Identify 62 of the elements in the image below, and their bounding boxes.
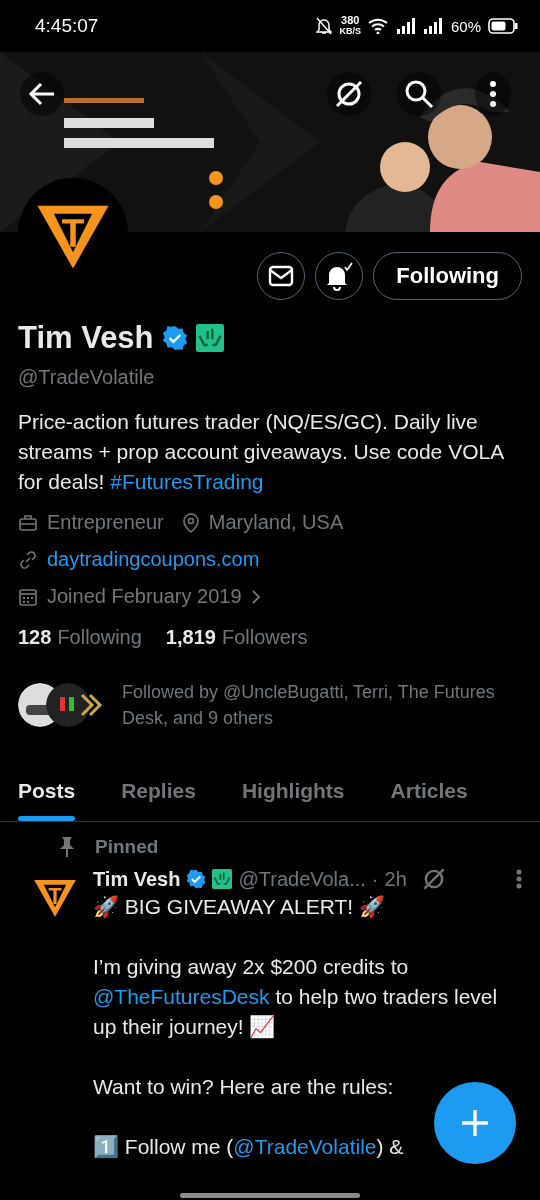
stat-count[interactable]: 1,819 — [165, 626, 216, 649]
followed-by-text[interactable]: Followed by @UncleBugatti, Terri, The Futures Desk, and 9 others — [122, 679, 522, 731]
profile-tab[interactable]: Articles — [390, 769, 468, 821]
link[interactable]: @TradeVolatile — [233, 1135, 377, 1158]
wifi-icon — [367, 18, 390, 34]
briefcase-icon — [18, 512, 38, 533]
pin-icon — [59, 836, 75, 858]
post-text: 🚀 BIG GIVEAWAY ALERT! 🚀 — [93, 894, 387, 921]
profile-tab[interactable]: Posts — [18, 769, 76, 821]
profile-handle: @TradeVolatile — [18, 366, 156, 389]
signal-icon — [423, 18, 444, 34]
signal-icon — [396, 18, 417, 34]
status-time: 4:45:07 — [35, 15, 100, 37]
calendar-icon — [18, 586, 38, 607]
more-icon[interactable] — [516, 869, 522, 889]
website-link[interactable]: daytradingcoupons.com — [47, 548, 260, 571]
post-author[interactable]: Tim Vesh — [93, 867, 181, 891]
profile-job: Entrepreneur — [47, 511, 164, 534]
notification-button[interactable] — [315, 252, 364, 300]
link[interactable]: #FuturesTrading — [110, 470, 264, 493]
slashed-circle-button[interactable] — [327, 72, 371, 116]
tab-underline — [18, 816, 76, 821]
bell-off-icon — [316, 17, 333, 35]
profile-location: Maryland, USA — [208, 511, 344, 534]
profile-name: Tim Vesh — [18, 320, 154, 356]
profile-tab[interactable]: Replies — [121, 769, 196, 821]
search-button[interactable] — [397, 72, 441, 116]
profile-tab[interactable]: Highlights — [241, 769, 345, 821]
battery-percent: 60% — [450, 17, 481, 35]
hands-badge-icon — [195, 324, 224, 352]
more-button[interactable] — [475, 72, 511, 116]
location-pin-icon — [181, 512, 200, 533]
post-text: I’m giving away 2x $200 credits to @TheFuturesDesk to help two traders level up their journey! 📈 — [93, 954, 499, 1040]
link[interactable]: @TheFuturesDesk — [93, 985, 270, 1008]
verified-badge-icon — [186, 869, 207, 889]
back-button[interactable] — [20, 72, 64, 116]
profile-bio: Price-action futures trader (NQ/ES/GC). Daily live streams + prop account giveaways. Use code VOLA for deals! #FuturesTrading — [18, 409, 505, 495]
stat-count[interactable]: 128 — [18, 626, 52, 649]
stat-label[interactable]: Followers — [221, 626, 308, 649]
post-text: 1⃣ Follow me (@TradeVolatile) & — [93, 1134, 405, 1160]
more-icon — [489, 81, 497, 107]
profile-joined: Joined February 2019 — [47, 585, 242, 608]
verified-badge-icon — [161, 325, 188, 351]
chevron-right-icon[interactable] — [250, 588, 261, 605]
post-handle[interactable]: @TradeVola... — [238, 867, 366, 891]
hands-badge-icon — [212, 869, 233, 889]
following-button[interactable]: Following — [373, 252, 522, 300]
stat-label[interactable]: Following — [57, 626, 142, 649]
battery-icon — [488, 18, 518, 34]
link-icon — [18, 549, 38, 570]
plus-icon — [460, 1108, 490, 1138]
slashed-circle-icon — [333, 78, 365, 110]
envelope-icon — [268, 265, 295, 287]
post-text: Want to win? Here are the rules: — [93, 1074, 395, 1100]
message-button[interactable] — [257, 252, 306, 300]
pinned-label: Pinned — [95, 836, 159, 858]
separator-dot: · — [371, 867, 379, 891]
post-time: 2h — [384, 867, 407, 891]
back-arrow-icon — [28, 82, 56, 106]
network-speed: 380 — [341, 15, 360, 26]
search-icon — [404, 79, 434, 109]
speed-unit: KB/S — [339, 26, 361, 37]
